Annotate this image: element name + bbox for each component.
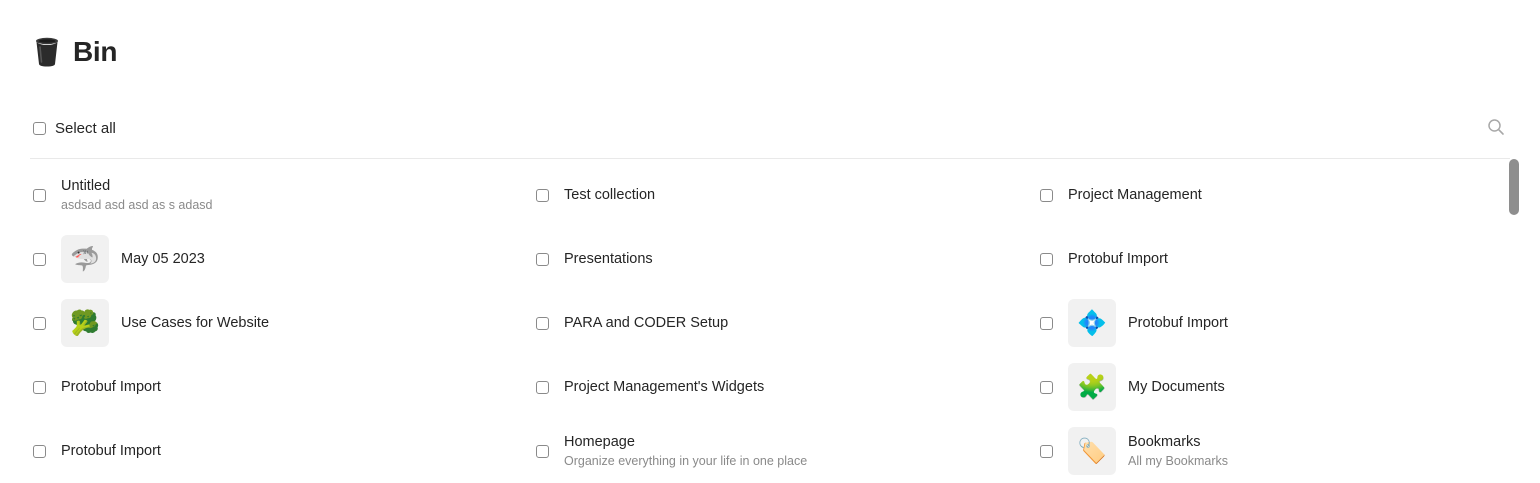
bin-item[interactable]: Presentations	[536, 227, 1006, 291]
item-checkbox[interactable]	[536, 316, 549, 330]
item-checkbox[interactable]	[1040, 316, 1053, 330]
item-title: Test collection	[564, 187, 656, 203]
item-checkbox[interactable]	[1040, 252, 1053, 266]
item-checkbox[interactable]	[33, 444, 46, 458]
item-title: May 05 2023	[121, 251, 205, 267]
item-title: Protobuf Import	[61, 379, 161, 395]
item-icon: 💠	[1068, 299, 1116, 347]
item-title: Protobuf Import	[1128, 315, 1228, 331]
item-text: Project Management	[1068, 186, 1202, 204]
bin-item[interactable]: Protobuf Import	[1040, 227, 1510, 291]
item-checkbox[interactable]	[33, 380, 46, 394]
bin-item[interactable]: Project Management	[1040, 163, 1510, 227]
search-icon[interactable]	[1487, 118, 1507, 138]
bin-item[interactable]: PARA and CODER Setup	[536, 291, 1006, 355]
item-text: Use Cases for Website	[121, 314, 269, 332]
item-text: May 05 2023	[121, 250, 205, 268]
toolbar-divider	[30, 158, 1510, 159]
item-title: My Documents	[1128, 379, 1225, 395]
item-title: Bookmarks	[1128, 434, 1201, 450]
select-all-checkbox[interactable]	[33, 121, 46, 135]
bin-item[interactable]: 💠 Protobuf Import	[1040, 291, 1510, 355]
item-text: Project Management's Widgets	[564, 378, 764, 396]
bin-item[interactable]: Protobuf Import	[33, 355, 503, 419]
item-title: Project Management's Widgets	[564, 379, 765, 395]
bin-item[interactable]: Test collection	[536, 163, 1006, 227]
item-text: Protobuf Import	[1128, 314, 1228, 332]
bin-item[interactable]: Homepage Organize everything in your life…	[536, 419, 1006, 483]
item-text: Test collection	[564, 186, 655, 204]
item-title: Project Management	[1068, 187, 1202, 203]
item-text: Protobuf Import	[61, 442, 161, 460]
item-subtitle: Organize everything in your life in one …	[564, 454, 808, 468]
bin-item[interactable]: Protobuf Import	[33, 419, 503, 483]
item-text: Bookmarks All my Bookmarks	[1128, 433, 1228, 469]
item-text: Protobuf Import	[1068, 250, 1168, 268]
bin-item[interactable]: 🏷️ Bookmarks All my Bookmarks	[1040, 419, 1510, 483]
item-text: Homepage Organize everything in your life…	[564, 433, 807, 469]
select-all-label[interactable]: Select all	[55, 120, 116, 137]
item-subtitle: All my Bookmarks	[1128, 454, 1229, 468]
item-checkbox[interactable]	[536, 188, 549, 202]
bin-item[interactable]: Untitled asdsad asd asd as s adasd	[33, 163, 503, 227]
trash-bin-icon	[33, 34, 61, 70]
item-text: PARA and CODER Setup	[564, 314, 728, 332]
item-checkbox[interactable]	[536, 444, 549, 458]
item-icon: 🏷️	[1068, 427, 1116, 475]
item-title: Homepage	[564, 434, 635, 450]
page-header: Bin	[33, 30, 118, 74]
item-checkbox[interactable]	[1040, 380, 1053, 394]
item-title: Untitled	[61, 178, 111, 194]
item-text: Untitled asdsad asd asd as s adasd	[61, 177, 213, 213]
bin-toolbar: Select all	[33, 116, 1507, 140]
item-icon: 🥦	[61, 299, 109, 347]
item-checkbox[interactable]	[536, 252, 549, 266]
item-text: Protobuf Import	[61, 378, 161, 396]
item-checkbox[interactable]	[536, 380, 549, 394]
item-title: Protobuf Import	[1068, 251, 1168, 267]
item-title: PARA and CODER Setup	[564, 315, 729, 331]
bin-item[interactable]: 🥦 Use Cases for Website	[33, 291, 503, 355]
item-checkbox[interactable]	[33, 188, 46, 202]
item-icon: 🦈	[61, 235, 109, 283]
item-title: Presentations	[564, 251, 653, 267]
item-title: Protobuf Import	[61, 443, 161, 459]
item-checkbox[interactable]	[1040, 444, 1053, 458]
bin-item[interactable]: Project Management's Widgets	[536, 355, 1006, 419]
item-checkbox[interactable]	[33, 316, 46, 330]
page-title: Bin	[73, 36, 118, 67]
bin-item[interactable]: 🧩 My Documents	[1040, 355, 1510, 419]
item-subtitle: asdsad asd asd as s adasd	[61, 198, 213, 212]
item-text: My Documents	[1128, 378, 1225, 396]
item-title: Use Cases for Website	[121, 315, 270, 331]
item-icon: 🧩	[1068, 363, 1116, 411]
bin-item[interactable]: 🦈 May 05 2023	[33, 227, 503, 291]
item-checkbox[interactable]	[33, 252, 46, 266]
scrollbar-thumb[interactable]	[1509, 159, 1519, 215]
item-checkbox[interactable]	[1040, 188, 1053, 202]
item-text: Presentations	[564, 250, 653, 268]
